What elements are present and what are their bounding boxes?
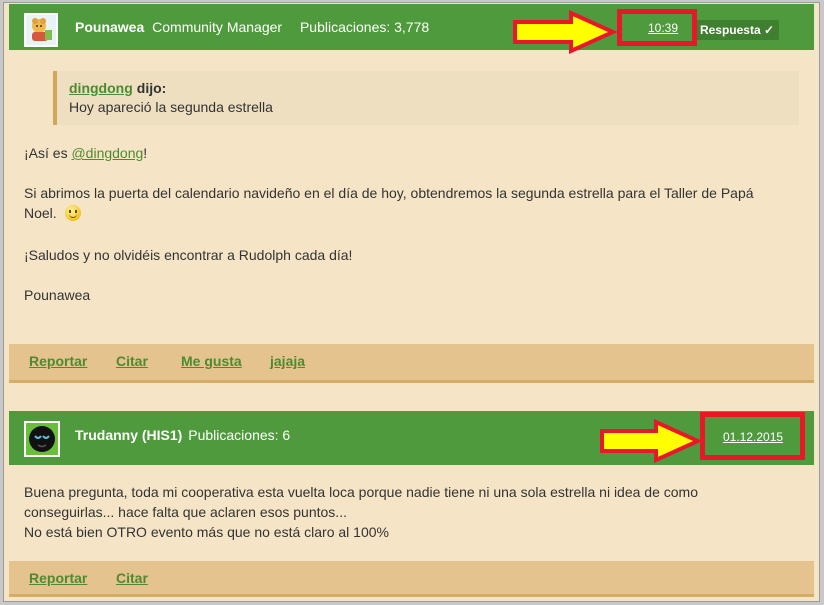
post-body: Buena pregunta, toda mi cooperativa esta… (24, 482, 804, 542)
post-greeting: ¡Así es @dingdong! (24, 143, 804, 163)
laugh-reaction-link[interactable]: jajaja (270, 353, 305, 369)
username[interactable]: Trudanny (HIS1) (75, 427, 182, 443)
right-arrow-icon (600, 419, 702, 463)
smiley-icon (64, 205, 81, 221)
post-paragraph-2: ¡Saludos y no olvidéis encontrar a Rudol… (24, 247, 353, 263)
like-link[interactable]: Me gusta (181, 353, 242, 369)
quote-author-link[interactable]: dingdong (69, 80, 133, 96)
avatar[interactable] (24, 421, 60, 457)
user-role: Community Manager (152, 19, 283, 35)
post-actions-bar: Reportar Citar (9, 561, 814, 597)
quoted-message: dingdong dijo: Hoy apareció la segunda es… (53, 71, 799, 125)
greeting-suffix: ! (143, 145, 148, 161)
greeting-prefix: ¡Así es (24, 145, 72, 161)
user-info: Pounawea Community Manager Publicaciones… (75, 19, 429, 35)
red-highlight-box (700, 412, 805, 460)
report-link[interactable]: Reportar (29, 570, 87, 586)
post-paragraph: Si abrimos la puerta del calendario navi… (24, 183, 784, 223)
post-line: conseguirlas... hace falta que aclaren e… (24, 504, 347, 520)
user-info: Trudanny (HIS1) Publicaciones: 6 (75, 427, 290, 443)
report-link[interactable]: Reportar (29, 353, 87, 369)
accepted-solution-badge[interactable]: Respuesta ✓ (695, 20, 779, 40)
cat-face-avatar-icon (26, 423, 58, 455)
quote-link[interactable]: Citar (116, 570, 148, 586)
post-line: No está bien OTRO evento más que no está… (24, 524, 389, 540)
post-actions-bar: Reportar Citar Me gusta jajaja (9, 344, 814, 383)
username[interactable]: Pounawea (75, 19, 144, 35)
right-arrow-icon (513, 10, 617, 54)
red-highlight-box (617, 9, 697, 46)
avatar[interactable] (24, 13, 58, 47)
quote-text: Hoy apareció la segunda estrella (69, 99, 273, 115)
post-line: Buena pregunta, toda mi cooperativa esta… (24, 484, 699, 500)
post-signature: Pounawea (24, 287, 91, 303)
post-count: Publicaciones: 6 (188, 427, 291, 443)
paragraph-text: Si abrimos la puerta del calendario navi… (24, 185, 754, 221)
post-count: Publicaciones: 3,778 (299, 19, 430, 35)
bear-avatar-icon (26, 15, 56, 45)
quote-said-label: dijo: (136, 80, 167, 96)
quote-link[interactable]: Citar (116, 353, 148, 369)
mention-link[interactable]: @dingdong (71, 145, 143, 161)
